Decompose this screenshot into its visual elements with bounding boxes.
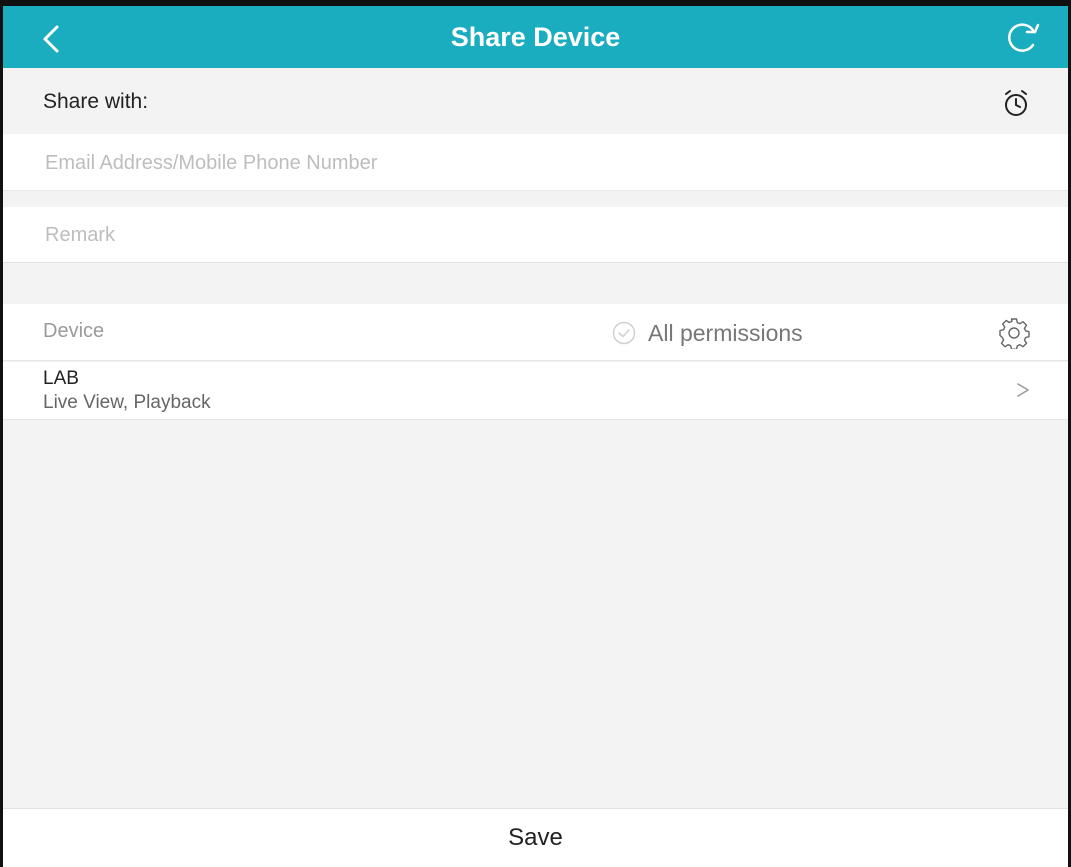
all-permissions-toggle[interactable]: All permissions xyxy=(612,318,803,348)
share-with-header: Share with: xyxy=(3,68,1068,134)
device-label: Device xyxy=(43,320,105,342)
email-field-row xyxy=(3,134,1068,192)
refresh-icon[interactable] xyxy=(1000,23,1042,53)
all-permissions-label: All permissions xyxy=(648,319,803,346)
remark-field-row xyxy=(3,207,1068,264)
device-permissions: Live View, Playback xyxy=(43,392,211,413)
check-circle-icon xyxy=(612,321,636,345)
top-app-bar: Share Device xyxy=(3,6,1068,68)
share-with-label: Share with: xyxy=(43,90,149,113)
device-name: LAB xyxy=(43,368,79,389)
chevron-right-icon xyxy=(1017,383,1029,397)
gear-icon[interactable] xyxy=(998,317,1030,349)
device-list-item[interactable]: LAB Live View, Playback xyxy=(3,362,1068,420)
remark-field[interactable] xyxy=(43,207,987,264)
save-bar: Save xyxy=(3,808,1068,867)
page-title: Share Device xyxy=(450,22,621,52)
device-section-header: Device All permissions xyxy=(3,304,1068,361)
alarm-clock-icon[interactable] xyxy=(1002,88,1030,118)
email-field[interactable] xyxy=(43,134,987,192)
save-button[interactable]: Save xyxy=(3,809,1068,867)
